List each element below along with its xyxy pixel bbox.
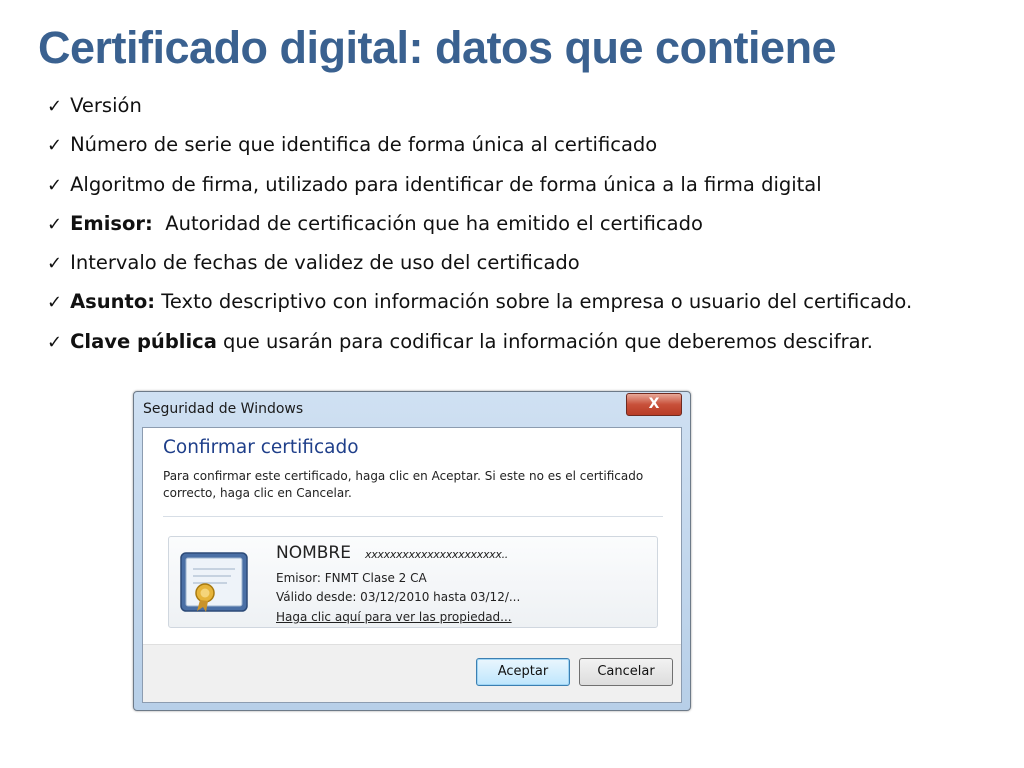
checkmark-icon: ✓ <box>47 253 63 275</box>
dialog-footer: Aceptar Cancelar <box>143 644 681 702</box>
dialog-title: Seguridad de Windows <box>143 401 304 417</box>
checkmark-icon: ✓ <box>47 96 63 117</box>
certificate-icon <box>179 549 251 621</box>
bullet-item: ✓ Algoritmo de firma, utilizado para iden… <box>47 171 912 210</box>
bullet-item: ✓ Intervalo de fechas de validez de uso d… <box>47 249 912 288</box>
certificate-name: NOMBRE xxxxxxxxxxxxxxxxxxxxxx.. <box>276 543 508 563</box>
bullet-text: Autoridad de certificación que ha emitid… <box>152 211 703 235</box>
bullet-bold-label: Emisor: <box>70 211 153 235</box>
certificate-name-suffix: xxxxxxxxxxxxxxxxxxxxxx.. <box>364 548 508 561</box>
checkmark-icon: ✓ <box>47 174 63 196</box>
dialog-body: Confirmar certificado Para confirmar est… <box>142 427 682 703</box>
dialog-heading: Confirmar certificado <box>163 437 359 458</box>
security-dialog: Seguridad de Windows X Confirmar certifi… <box>133 391 691 711</box>
checkmark-icon: ✓ <box>47 135 63 157</box>
bullet-text: Número de serie que identifica de forma … <box>70 133 658 157</box>
cancel-button[interactable]: Cancelar <box>579 658 673 686</box>
dialog-message: Para confirmar este certificado, haga cl… <box>163 469 644 500</box>
accept-button[interactable]: Aceptar <box>476 658 570 686</box>
checkmark-icon: ✓ <box>47 292 63 314</box>
checkmark-icon: ✓ <box>47 331 63 353</box>
bullet-item: ✓ Número de serie que identifica de forma… <box>47 131 912 170</box>
bullet-text: Intervalo de fechas de validez de uso de… <box>70 251 580 275</box>
certificate-issuer: Emisor: FNMT Clase 2 CA <box>276 571 427 585</box>
bullet-bold-label: Clave pública <box>70 329 217 353</box>
certificate-card[interactable]: NOMBRE xxxxxxxxxxxxxxxxxxxxxx.. Emisor: F… <box>168 536 658 628</box>
bullet-item: ✓ Asunto: Texto descriptivo con informaci… <box>47 288 912 327</box>
bullet-text: Algoritmo de firma, utilizado para ident… <box>70 172 822 196</box>
certificate-validity: Válido desde: 03/12/2010 hasta 03/12/... <box>276 590 521 604</box>
bullet-item: ✓ Emisor: Autoridad de certificación que … <box>47 210 912 249</box>
slide-title: Certificado digital: datos que contiene <box>38 22 837 73</box>
bullet-list: ✓ Versión ✓ Número de serie que identifica… <box>47 92 912 367</box>
bullet-item: ✓ Clave pública que usarán para codificar… <box>47 328 912 367</box>
checkmark-icon: ✓ <box>47 213 63 235</box>
bullet-text: Texto descriptivo con información sobre … <box>155 290 913 314</box>
bullet-bold-label: Asunto: <box>70 290 156 314</box>
bullet-text: que usarán para codificar la información… <box>216 329 873 353</box>
bullet-item: ✓ Versión <box>47 92 912 131</box>
close-button[interactable]: X <box>626 393 682 416</box>
bullet-text: Versión <box>70 94 142 117</box>
certificate-name-text: NOMBRE <box>276 543 351 563</box>
divider <box>163 516 663 517</box>
certificate-properties-link[interactable]: Haga clic aquí para ver las propiedad... <box>276 610 512 624</box>
